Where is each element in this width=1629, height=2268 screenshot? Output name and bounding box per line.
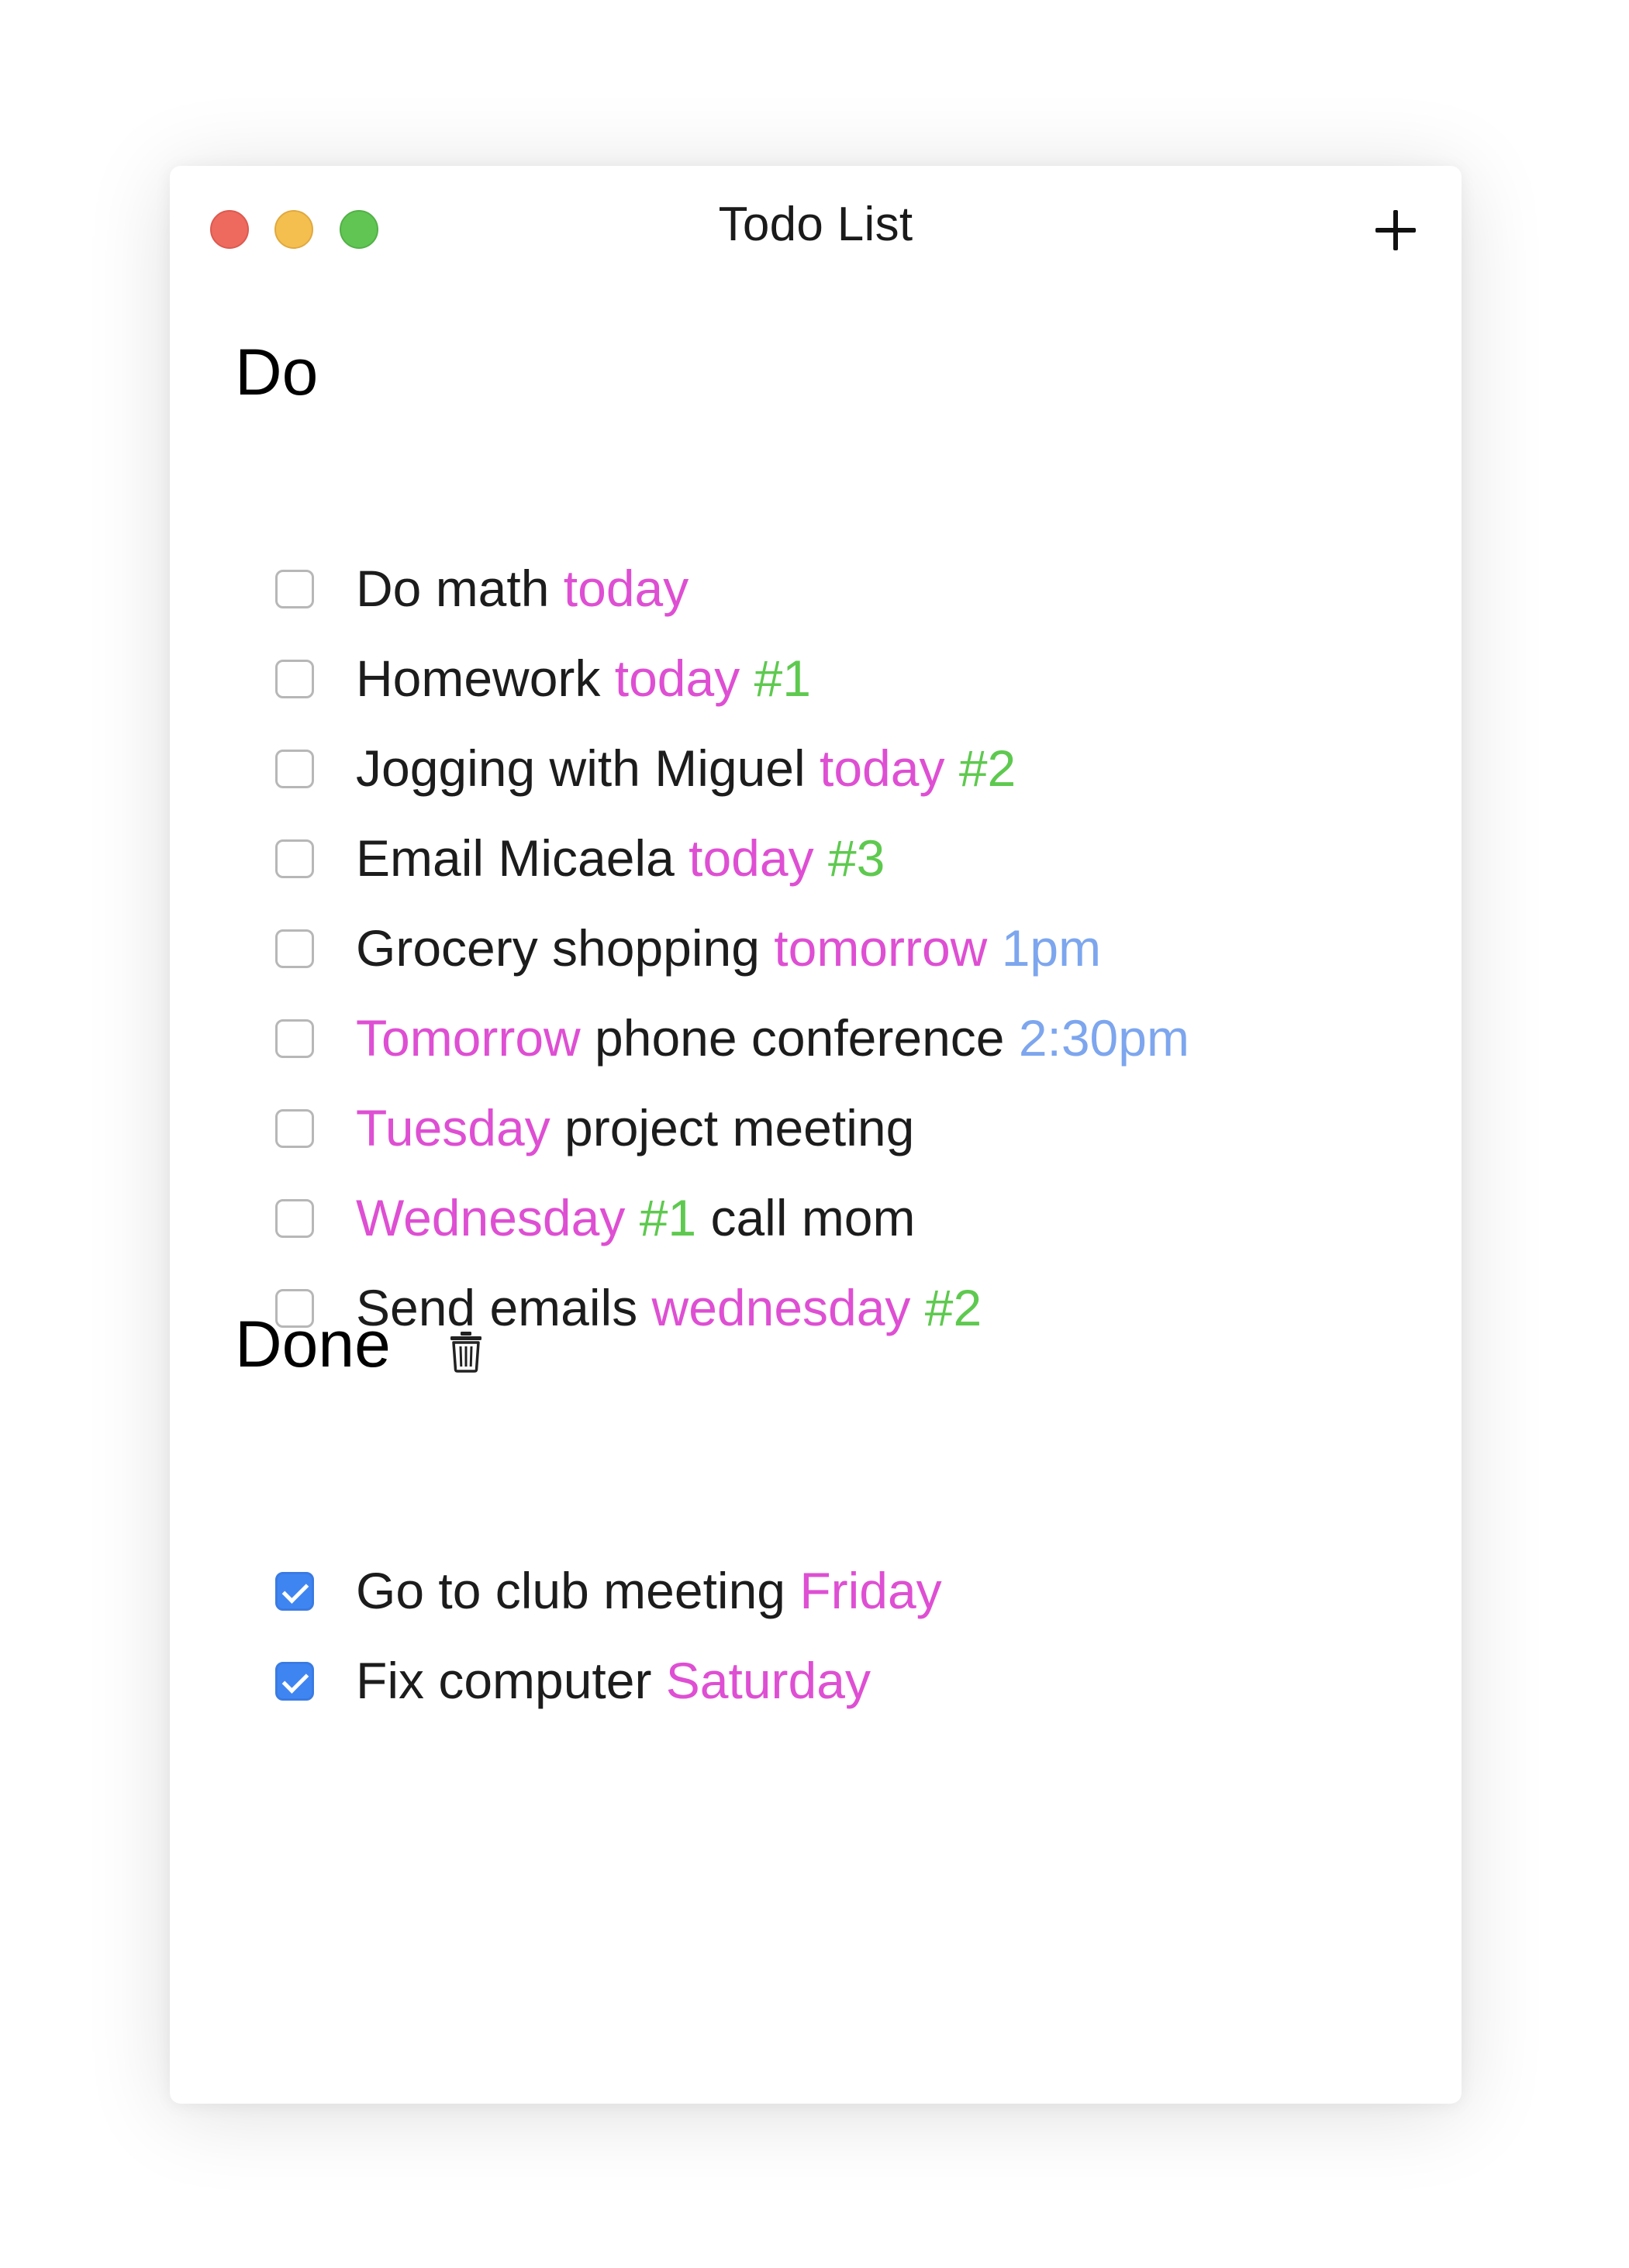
date-token: Tomorrow: [356, 1009, 581, 1067]
priority-token: #1: [639, 1189, 697, 1246]
date-token: Wednesday: [356, 1189, 626, 1246]
todo-text-segment: [814, 829, 828, 887]
todo-text-segment: call mom: [696, 1189, 916, 1246]
todo-text-segment: [987, 919, 1001, 977]
todo-item[interactable]: Homework today #1: [170, 636, 1333, 726]
todo-text-segment: [910, 1279, 924, 1336]
priority-token: #1: [754, 650, 811, 707]
todo-item-text[interactable]: Homework today #1: [356, 650, 811, 708]
todo-text-segment: [944, 739, 958, 797]
todo-item-text[interactable]: Tuesday project meeting: [356, 1099, 914, 1158]
unchecked-checkbox[interactable]: [275, 929, 314, 968]
unchecked-checkbox[interactable]: [275, 570, 314, 608]
todo-text-segment: Homework: [356, 650, 615, 707]
time-token: 2:30pm: [1018, 1009, 1189, 1067]
todo-item-text[interactable]: Grocery shopping tomorrow 1pm: [356, 919, 1101, 978]
priority-token: #2: [958, 739, 1016, 797]
checked-checkbox[interactable]: [275, 1662, 314, 1701]
todo-item[interactable]: Tomorrow phone conference 2:30pm: [170, 995, 1333, 1085]
date-token: today: [820, 739, 945, 797]
date-token: Tuesday: [356, 1099, 550, 1156]
unchecked-checkbox[interactable]: [275, 750, 314, 788]
unchecked-checkbox[interactable]: [275, 660, 314, 698]
priority-token: #2: [924, 1279, 982, 1336]
todo-text-segment: project meeting: [550, 1099, 915, 1156]
date-token: wednesday: [651, 1279, 911, 1336]
window-title: Todo List: [718, 198, 913, 251]
trash-icon[interactable]: [448, 1329, 484, 1373]
todo-item[interactable]: Tuesday project meeting: [170, 1085, 1333, 1175]
date-token: tomorrow: [774, 919, 988, 977]
todo-text-segment: Fix computer: [356, 1652, 666, 1709]
todo-item-text[interactable]: Email Micaela today #3: [356, 829, 885, 888]
todo-text-segment: Email Micaela: [356, 829, 689, 887]
priority-token: #3: [827, 829, 885, 887]
todo-item[interactable]: Wednesday #1 call mom: [170, 1175, 1333, 1265]
todo-item[interactable]: Jogging with Miguel today #2: [170, 726, 1333, 815]
unchecked-checkbox[interactable]: [275, 839, 314, 878]
checked-checkbox[interactable]: [275, 1572, 314, 1611]
unchecked-checkbox[interactable]: [275, 1109, 314, 1148]
todo-item-text[interactable]: Jogging with Miguel today #2: [356, 739, 1016, 798]
todo-item[interactable]: Do math today: [170, 546, 1333, 636]
todo-item[interactable]: Grocery shopping tomorrow 1pm: [170, 905, 1333, 995]
todo-text-segment: Go to club meeting: [356, 1562, 800, 1619]
plus-icon[interactable]: [1371, 205, 1420, 255]
todo-text-segment: Jogging with Miguel: [356, 739, 820, 797]
unchecked-checkbox[interactable]: [275, 1019, 314, 1058]
date-token: Friday: [799, 1562, 942, 1619]
todo-item[interactable]: Email Micaela today #3: [170, 815, 1333, 905]
date-token: today: [563, 560, 689, 617]
unchecked-checkbox[interactable]: [275, 1199, 314, 1238]
todo-text-segment: [625, 1189, 639, 1246]
todo-text-segment: [740, 650, 754, 707]
todo-text-segment: phone conference: [580, 1009, 1019, 1067]
date-token: Saturday: [665, 1652, 871, 1709]
date-token: today: [689, 829, 814, 887]
todo-text-segment: Grocery shopping: [356, 919, 775, 977]
todo-item[interactable]: Fix computer Saturday: [170, 1638, 1333, 1728]
todo-item-text[interactable]: Do math today: [356, 560, 689, 619]
do-section-title: Do: [235, 336, 319, 408]
todo-text-segment: Do math: [356, 560, 564, 617]
todo-window: Todo List Do Do math today Homework today…: [170, 166, 1462, 2104]
todo-item[interactable]: Go to club meeting Friday: [170, 1548, 1333, 1638]
title-bar: Todo List: [170, 166, 1462, 290]
todo-item-text[interactable]: Wednesday #1 call mom: [356, 1189, 915, 1248]
todo-item-text[interactable]: Fix computer Saturday: [356, 1652, 871, 1711]
time-token: 1pm: [1001, 919, 1102, 977]
date-token: today: [614, 650, 740, 707]
todo-item-text[interactable]: Go to club meeting Friday: [356, 1562, 942, 1621]
todo-item-text[interactable]: Tomorrow phone conference 2:30pm: [356, 1009, 1189, 1068]
done-section-title: Done: [235, 1308, 391, 1380]
todo-text-segment: Send emails: [356, 1279, 652, 1336]
